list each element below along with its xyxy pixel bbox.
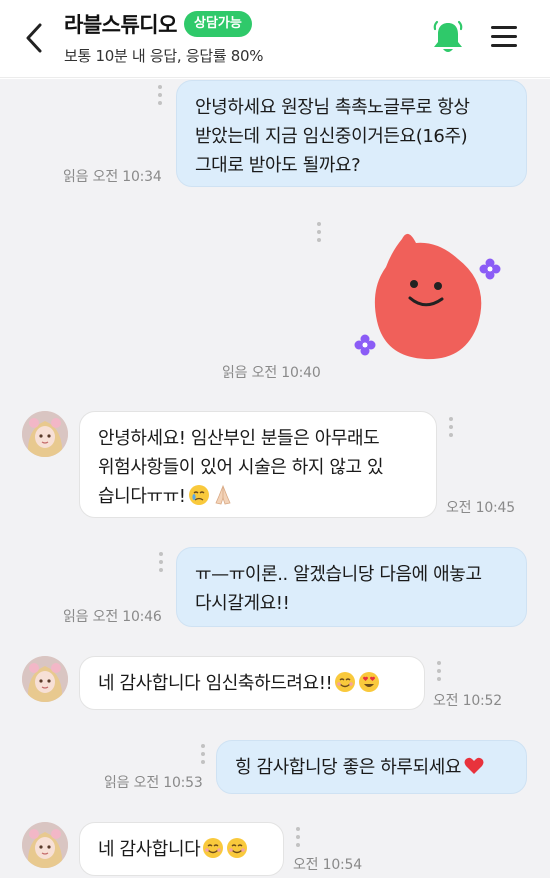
notification-button[interactable] xyxy=(431,19,465,55)
message-time: 오전 10:54 xyxy=(293,857,362,873)
avatar[interactable] xyxy=(22,656,68,702)
message-time: 오전 10:40 xyxy=(251,365,321,381)
my-message-bubble[interactable]: ㅠ—ㅠ이론.. 알겠습니당 다음에 애놓고 다시갈게요!! xyxy=(176,547,527,627)
avatar[interactable] xyxy=(22,411,68,457)
message-options-button[interactable] xyxy=(294,827,302,851)
message-line: 네 감사합니다 임신축하드려요!! xyxy=(98,673,333,694)
their-message-bubble[interactable]: 네 감사합니다 xyxy=(79,822,284,876)
crying-face-emoji-icon xyxy=(188,485,209,505)
their-message-bubble[interactable]: 안녕하세요! 임산부인 분들은 아무래도 위험사항들이 있어 시술은 하지 않고… xyxy=(79,411,437,518)
status-badge: 상담가능 xyxy=(184,11,252,37)
message-line: 힝 감사합니당 좋은 하루되세요 xyxy=(235,757,462,778)
red-blob-smile-sticker[interactable] xyxy=(350,229,510,364)
shop-title: 라블스튜디오 xyxy=(64,13,177,37)
message-time: 오전 10:52 xyxy=(433,693,502,709)
read-status: 읽음 xyxy=(104,775,130,791)
message-options-button[interactable] xyxy=(315,222,323,246)
read-status: 읽음 xyxy=(222,365,248,381)
message-time: 오전 10:45 xyxy=(446,500,515,516)
message-line: 네 감사합니다 xyxy=(98,839,201,860)
their-message-bubble[interactable]: 네 감사합니다 임신축하드려요!! xyxy=(79,656,425,710)
menu-icon xyxy=(491,26,517,47)
message-line: ㅠ—ㅠ이론.. 알겠습니당 다음에 애놓고 xyxy=(195,564,482,585)
message-line: 습니다ㅠㅠ! xyxy=(98,486,186,507)
message-line: 그대로 받아도 될까요? xyxy=(195,155,361,176)
message-meta: 읽음 오전 10:53 xyxy=(104,772,203,792)
red-heart-emoji-icon xyxy=(464,757,484,774)
message-line: 받았는데 지금 임신중이거든요(16주) xyxy=(195,126,468,147)
smiling-face-emoji-icon xyxy=(203,838,224,858)
message-time: 오전 10:46 xyxy=(92,609,162,625)
folded-hands-emoji-icon xyxy=(215,484,231,505)
message-options-button[interactable] xyxy=(157,552,165,576)
message-line: 안녕하세요! 임산부인 분들은 아무래도 xyxy=(98,428,380,449)
avatar[interactable] xyxy=(22,822,68,868)
message-time: 오전 10:53 xyxy=(133,775,203,791)
heart-eyes-emoji-icon xyxy=(359,672,380,692)
message-time: 오전 10:34 xyxy=(92,169,162,185)
read-status: 읽음 xyxy=(63,609,89,625)
message-options-button[interactable] xyxy=(447,417,455,441)
message-options-button[interactable] xyxy=(435,661,443,685)
message-line: 위험사항들이 있어 시술은 하지 않고 있 xyxy=(98,457,384,478)
message-line: 안녕하세요 원장님 촉촉노글루로 항상 xyxy=(195,97,470,118)
bell-icon xyxy=(433,20,463,52)
my-message-bubble[interactable]: 힝 감사합니당 좋은 하루되세요 xyxy=(216,740,527,794)
back-arrow-icon xyxy=(26,23,42,53)
message-line: 다시갈게요!! xyxy=(195,593,290,614)
chat-header: 라블스튜디오 상담가능 보통 10분 내 응답, 응답률 80% xyxy=(0,0,550,78)
back-button[interactable] xyxy=(22,20,48,56)
menu-button[interactable] xyxy=(490,22,518,52)
read-status: 읽음 xyxy=(63,169,89,185)
message-options-button[interactable] xyxy=(156,85,164,109)
message-options-button[interactable] xyxy=(199,744,207,768)
message-meta: 읽음 오전 10:46 xyxy=(63,606,162,626)
message-meta: 읽음 오전 10:40 xyxy=(222,362,321,382)
smiling-face-emoji-icon xyxy=(335,672,356,692)
message-meta: 읽음 오전 10:34 xyxy=(63,166,162,186)
chat-area[interactable]: 읽음 오전 10:34 안녕하세요 원장님 촉촉노글루로 항상 받았는데 지금 … xyxy=(0,79,550,878)
my-message-bubble[interactable]: 안녕하세요 원장님 촉촉노글루로 항상 받았는데 지금 임신중이거든요(16주)… xyxy=(176,80,527,187)
response-info: 보통 10분 내 응답, 응답률 80% xyxy=(64,47,264,65)
smiling-face-emoji-icon xyxy=(227,838,248,858)
